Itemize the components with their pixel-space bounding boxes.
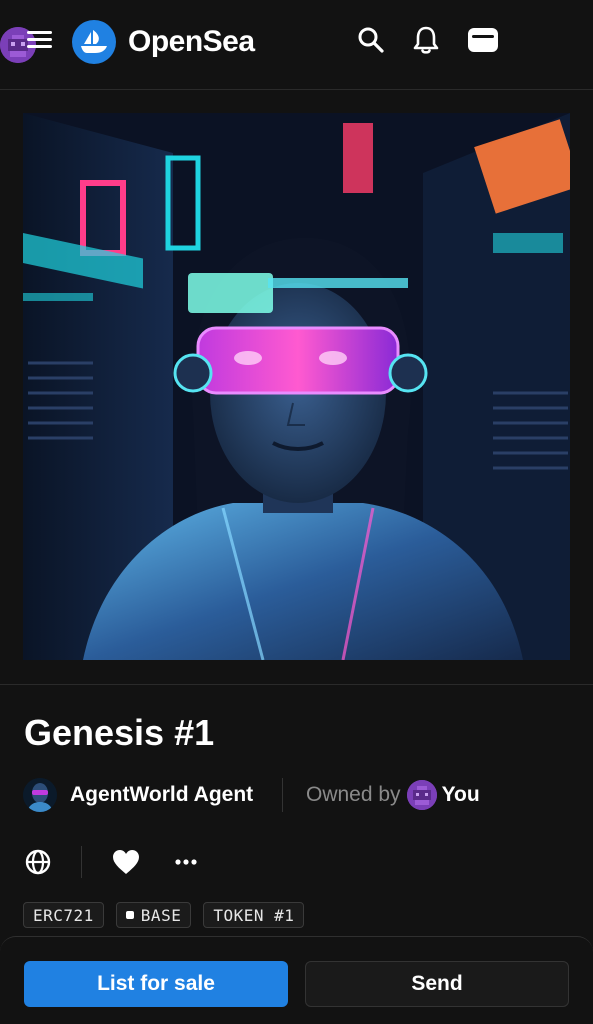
creator-name: AgentWorld Agent xyxy=(70,783,254,806)
globe-icon[interactable] xyxy=(22,846,54,878)
owner-info[interactable]: Owned by You xyxy=(306,780,480,810)
token-badges: ERC721 BASE TOKEN #1 xyxy=(23,902,305,928)
owner-avatar xyxy=(406,780,437,810)
token-id-badge[interactable]: TOKEN #1 xyxy=(203,902,305,928)
wallet-icon[interactable] xyxy=(467,24,499,56)
owner-name: You xyxy=(441,783,480,806)
nft-image[interactable] xyxy=(23,113,570,660)
menu-icon[interactable] xyxy=(24,27,56,55)
action-divider xyxy=(81,846,82,878)
nft-detail-page: OpenSea Genesis #1 AgentWorld Agent Owne… xyxy=(0,0,593,1024)
opensea-logo-icon xyxy=(72,20,116,64)
bell-icon[interactable] xyxy=(410,24,442,56)
top-header: OpenSea xyxy=(0,0,593,90)
list-for-sale-button[interactable]: List for sale xyxy=(24,961,288,1007)
creator-link[interactable]: AgentWorld Agent xyxy=(23,778,253,812)
media-divider xyxy=(0,684,593,685)
send-button[interactable]: Send xyxy=(305,961,569,1007)
standard-badge[interactable]: ERC721 xyxy=(23,902,104,928)
logo-text: OpenSea xyxy=(128,25,255,58)
row-divider xyxy=(282,778,283,812)
opensea-logo[interactable]: OpenSea xyxy=(72,20,255,64)
search-icon[interactable] xyxy=(355,24,387,56)
creator-avatar xyxy=(23,778,57,812)
base-chain-icon xyxy=(125,911,134,919)
nft-title: Genesis #1 xyxy=(24,712,215,753)
bottom-action-bar: List for sale Send xyxy=(0,936,593,1024)
more-icon[interactable] xyxy=(170,846,202,878)
owned-by-label: Owned by xyxy=(306,783,401,806)
heart-icon[interactable] xyxy=(110,846,142,878)
chain-badge[interactable]: BASE xyxy=(115,902,192,928)
